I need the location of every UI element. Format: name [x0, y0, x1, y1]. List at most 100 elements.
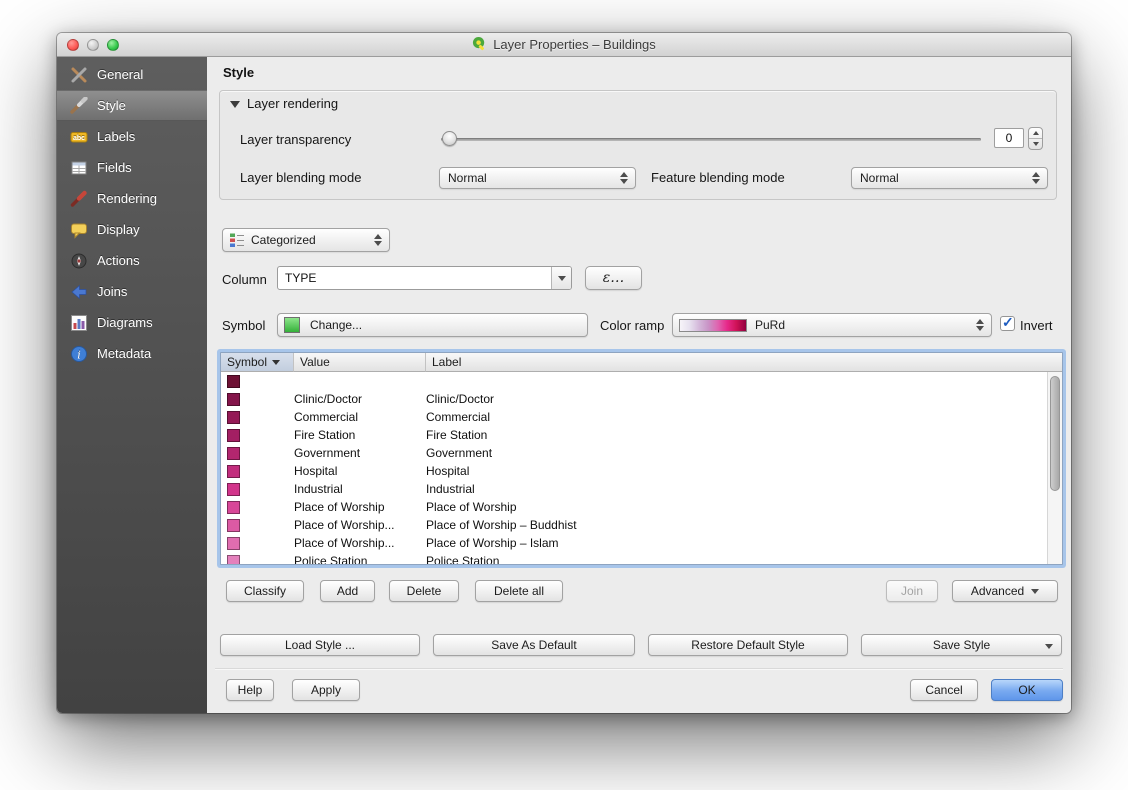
category-symbol-swatch[interactable] [227, 555, 240, 566]
apply-button[interactable]: Apply [292, 679, 360, 701]
sidebar-item-fields[interactable]: Fields [57, 152, 207, 183]
category-row[interactable]: Place of Worship... Place of Worship – I… [221, 534, 1062, 552]
category-value: Commercial [294, 410, 426, 424]
display-icon [70, 221, 88, 239]
category-symbol-swatch[interactable] [227, 375, 240, 388]
transparency-value-input[interactable] [994, 128, 1024, 148]
transparency-slider-handle[interactable] [442, 131, 457, 146]
delete-all-button[interactable]: Delete all [475, 580, 563, 602]
sidebar-item-metadata[interactable]: i Metadata [57, 338, 207, 369]
category-row[interactable] [221, 372, 1062, 390]
symbol-label: Symbol [222, 318, 265, 334]
layer-blending-mode-dropdown[interactable]: Normal [439, 167, 636, 189]
color-ramp-dropdown[interactable]: PuRd [672, 313, 992, 337]
add-label: Add [337, 584, 358, 598]
classify-label: Classify [244, 584, 286, 598]
title-bar[interactable]: Layer Properties – Buildings [57, 33, 1071, 57]
feature-blending-mode-value: Normal [852, 171, 1029, 185]
table-scrollbar-thumb[interactable] [1050, 376, 1060, 491]
color-ramp-preview [679, 319, 747, 332]
fields-icon [70, 159, 88, 177]
collapse-triangle-icon[interactable] [230, 101, 240, 108]
category-row[interactable]: Industrial Industrial [221, 480, 1062, 498]
category-symbol-cell [221, 411, 294, 424]
category-symbol-swatch[interactable] [227, 483, 240, 496]
category-symbol-swatch[interactable] [227, 519, 240, 532]
transparency-slider-track[interactable] [441, 138, 981, 141]
symbol-change-button[interactable]: Change... [277, 313, 588, 337]
layer-rendering-group: Layer rendering Layer transparency Layer… [219, 90, 1057, 200]
sidebar-item-general[interactable]: General [57, 59, 207, 90]
category-symbol-swatch[interactable] [227, 393, 240, 406]
category-symbol-swatch[interactable] [227, 429, 240, 442]
sidebar-label-general: General [97, 67, 143, 82]
category-row[interactable]: Place of Worship Place of Worship [221, 498, 1062, 516]
restore-default-style-button[interactable]: Restore Default Style [648, 634, 848, 656]
ok-button[interactable]: OK [991, 679, 1063, 701]
sidebar-item-joins[interactable]: Joins [57, 276, 207, 307]
sidebar-label-joins: Joins [97, 284, 127, 299]
sidebar-item-rendering[interactable]: Rendering [57, 183, 207, 214]
minimize-button[interactable] [87, 39, 99, 51]
help-label: Help [238, 683, 263, 697]
svg-text:abc: abc [73, 135, 85, 142]
classify-button[interactable]: Classify [226, 580, 304, 602]
category-symbol-cell [221, 465, 294, 478]
category-symbol-swatch[interactable] [227, 411, 240, 424]
category-row[interactable]: Police Station Police Station [221, 552, 1062, 565]
zoom-button[interactable] [107, 39, 119, 51]
symbol-column-header[interactable]: Symbol [221, 353, 294, 372]
category-symbol-swatch[interactable] [227, 501, 240, 514]
feature-blending-mode-dropdown[interactable]: Normal [851, 167, 1048, 189]
category-symbol-cell [221, 537, 294, 550]
sidebar-item-diagrams[interactable]: Diagrams [57, 307, 207, 338]
category-row[interactable]: Clinic/Doctor Clinic/Doctor [221, 390, 1062, 408]
cancel-button[interactable]: Cancel [910, 679, 978, 701]
category-symbol-swatch[interactable] [227, 465, 240, 478]
transparency-stepper [1028, 127, 1043, 150]
category-row[interactable]: Place of Worship... Place of Worship – B… [221, 516, 1062, 534]
invert-checkbox[interactable] [1000, 316, 1015, 331]
sidebar-label-fields: Fields [97, 160, 132, 175]
save-as-default-button[interactable]: Save As Default [433, 634, 635, 656]
sidebar-item-actions[interactable]: Actions [57, 245, 207, 276]
delete-button[interactable]: Delete [389, 580, 459, 602]
category-value: Clinic/Doctor [294, 392, 426, 406]
value-column-header[interactable]: Value [294, 353, 426, 372]
expression-builder-button[interactable]: ε… [585, 266, 642, 290]
stepper-up-button[interactable] [1029, 128, 1042, 138]
column-combobox[interactable]: TYPE [277, 266, 572, 290]
category-row[interactable]: Hospital Hospital [221, 462, 1062, 480]
feature-blending-mode-label: Feature blending mode [651, 170, 785, 186]
combo-arrow-button[interactable] [551, 267, 571, 289]
category-row[interactable]: Commercial Commercial [221, 408, 1062, 426]
renderer-dropdown[interactable]: Categorized [222, 228, 390, 252]
load-style-button[interactable]: Load Style ... [220, 634, 420, 656]
close-button[interactable] [67, 39, 79, 51]
category-symbol-cell [221, 447, 294, 460]
svg-text:i: i [77, 348, 81, 361]
join-button[interactable]: Join [886, 580, 938, 602]
sidebar-item-style[interactable]: Style [57, 90, 207, 121]
sidebar-item-labels[interactable]: abc Labels [57, 121, 207, 152]
stepper-down-button[interactable] [1029, 138, 1042, 149]
category-row[interactable]: Fire Station Fire Station [221, 426, 1062, 444]
label-column-header[interactable]: Label [426, 353, 1062, 372]
join-label: Join [901, 584, 923, 598]
category-row[interactable]: Government Government [221, 444, 1062, 462]
layer-blending-mode-label: Layer blending mode [240, 170, 361, 186]
color-ramp-value: PuRd [747, 318, 973, 332]
category-symbol-swatch[interactable] [227, 537, 240, 550]
advanced-button[interactable]: Advanced [952, 580, 1058, 602]
help-button[interactable]: Help [226, 679, 274, 701]
sidebar-item-display[interactable]: Display [57, 214, 207, 245]
category-symbol-swatch[interactable] [227, 447, 240, 460]
save-style-button[interactable]: Save Style [861, 634, 1062, 656]
style-panel: Style Layer rendering Layer transparency [207, 57, 1071, 713]
category-value: Fire Station [294, 428, 426, 442]
sidebar-label-diagrams: Diagrams [97, 315, 153, 330]
joins-icon [70, 283, 88, 301]
add-button[interactable]: Add [320, 580, 375, 602]
table-scrollbar[interactable] [1047, 372, 1062, 564]
diagrams-icon [70, 314, 88, 332]
